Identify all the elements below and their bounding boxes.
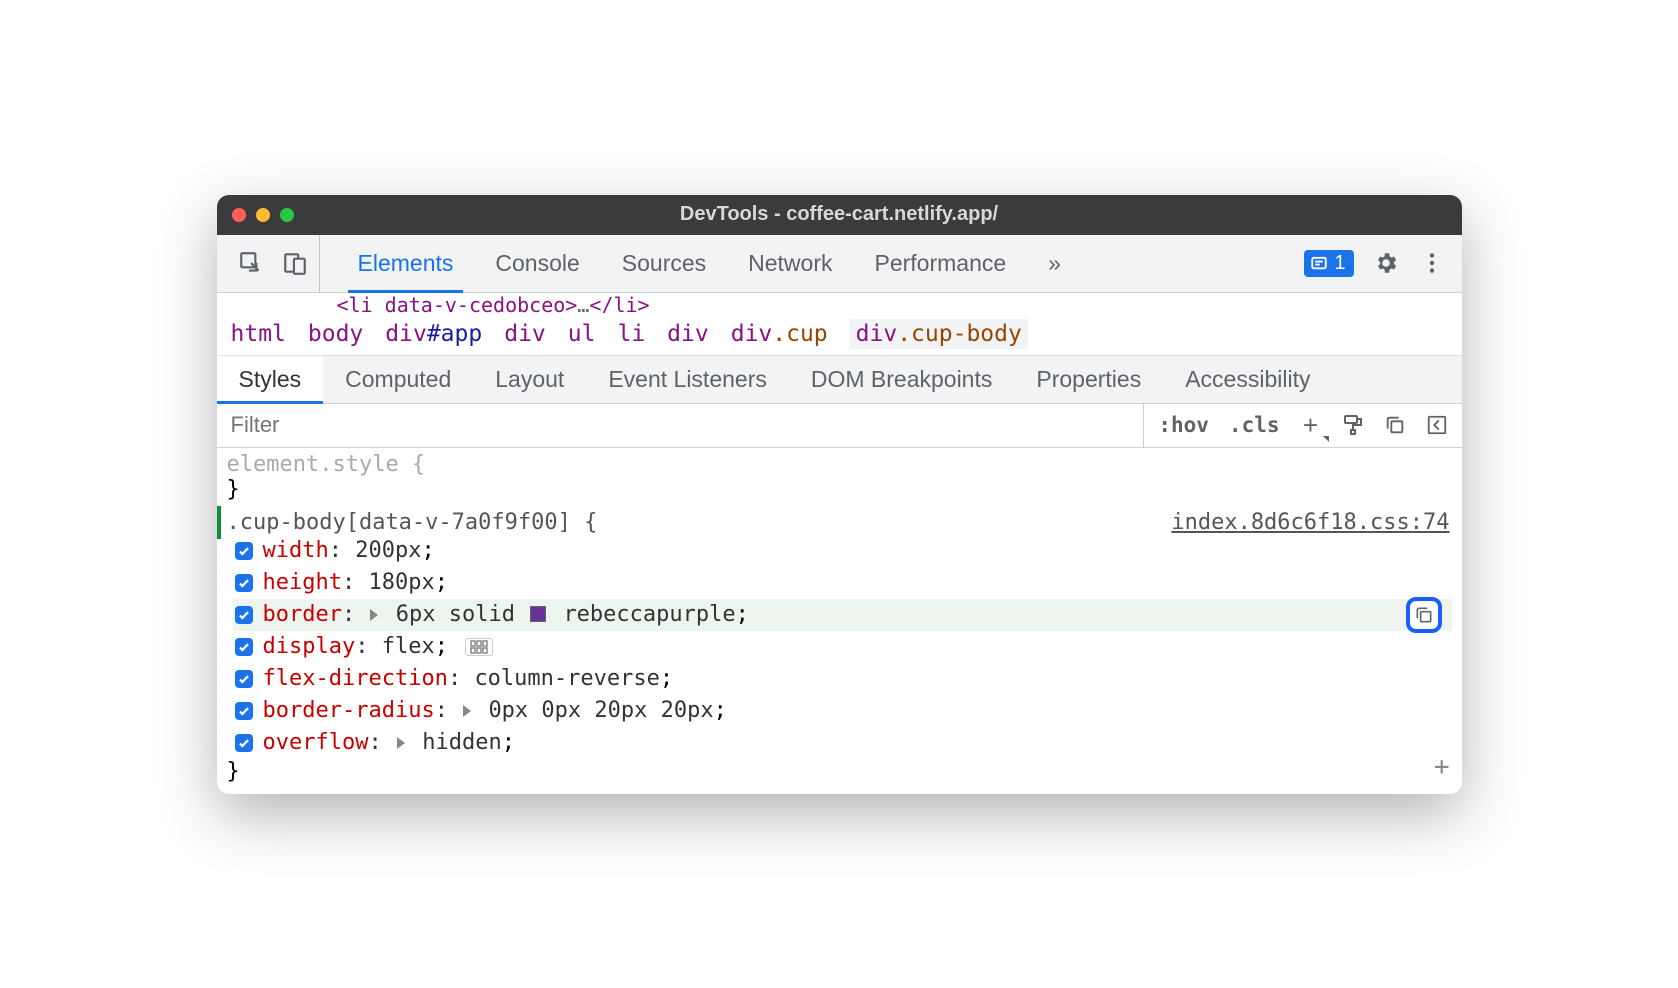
inspect-element-icon[interactable] xyxy=(237,249,265,277)
copy-declaration-icon[interactable] xyxy=(1406,597,1442,633)
subtab-accessibility[interactable]: Accessibility xyxy=(1163,356,1332,403)
checkbox-icon[interactable] xyxy=(235,702,253,720)
color-swatch-icon[interactable] xyxy=(530,606,546,622)
checkbox-icon[interactable] xyxy=(235,574,253,592)
crumb-div-cup[interactable]: div.cup xyxy=(731,321,828,347)
styles-pane: element.style { } .cup-body[data-v-7a0f9… xyxy=(217,448,1462,794)
checkbox-icon[interactable] xyxy=(235,606,253,624)
more-icon[interactable] xyxy=(1418,249,1446,277)
tab-console[interactable]: Console xyxy=(475,235,599,292)
expand-triangle-icon[interactable] xyxy=(463,705,471,717)
subtab-properties[interactable]: Properties xyxy=(1014,356,1163,403)
expand-triangle-icon[interactable] xyxy=(370,609,378,621)
subtab-styles[interactable]: Styles xyxy=(217,356,324,403)
main-tabs: Elements Console Sources Network Perform… xyxy=(320,235,1305,292)
crumb-div[interactable]: div xyxy=(504,321,546,347)
decl-display[interactable]: display: flex; xyxy=(233,631,1452,663)
decl-flex-direction[interactable]: flex-direction: column-reverse; xyxy=(233,663,1452,695)
new-style-rule-icon[interactable]: + xyxy=(1296,410,1326,440)
tabs-overflow[interactable]: » xyxy=(1028,235,1081,292)
tab-performance[interactable]: Performance xyxy=(855,235,1027,292)
crumb-ul[interactable]: ul xyxy=(568,321,596,347)
decl-height[interactable]: height: 180px; xyxy=(233,567,1452,599)
styles-paint-icon[interactable] xyxy=(1338,410,1368,440)
toolbar-right: 1 xyxy=(1304,249,1451,277)
crumb-div-cup-body[interactable]: div.cup-body xyxy=(850,319,1028,349)
issues-badge[interactable]: 1 xyxy=(1304,250,1353,277)
crumb-li[interactable]: li xyxy=(617,321,645,347)
subtab-event-listeners[interactable]: Event Listeners xyxy=(586,356,789,403)
crumb-div-app[interactable]: div#app xyxy=(385,321,482,347)
checkbox-icon[interactable] xyxy=(235,734,253,752)
add-declaration-icon[interactable]: + xyxy=(1434,752,1450,782)
window-title: DevTools - coffee-cart.netlify.app/ xyxy=(217,203,1462,226)
dom-source-peek: <li data-v-cedobceo>…</li> xyxy=(217,293,1462,313)
source-link[interactable]: index.8d6c6f18.css:74 xyxy=(1171,510,1449,535)
rule-cup-body[interactable]: .cup-body[data-v-7a0f9f00] { index.8d6c6… xyxy=(217,506,1462,788)
toggle-hov[interactable]: :hov xyxy=(1154,413,1213,437)
decl-border-radius[interactable]: border-radius: 0px 0px 20px 20px; xyxy=(233,695,1452,727)
declarations: width: 200px; height: 180px; border: 6px… xyxy=(227,535,1452,759)
checkbox-icon[interactable] xyxy=(235,670,253,688)
tab-elements[interactable]: Elements xyxy=(338,235,474,292)
rule-close: } xyxy=(227,477,1452,502)
main-toolbar: Elements Console Sources Network Perform… xyxy=(217,235,1462,293)
toggle-cls[interactable]: .cls xyxy=(1225,413,1284,437)
flex-editor-icon[interactable] xyxy=(465,638,493,656)
issues-count: 1 xyxy=(1334,252,1345,275)
titlebar: DevTools - coffee-cart.netlify.app/ xyxy=(217,195,1462,235)
subtab-computed[interactable]: Computed xyxy=(323,356,473,403)
selector-element-style: element.style { xyxy=(227,452,1452,477)
maximize-window-icon[interactable] xyxy=(280,208,294,222)
tab-network[interactable]: Network xyxy=(728,235,852,292)
crumb-html[interactable]: html xyxy=(231,321,286,347)
checkbox-icon[interactable] xyxy=(235,542,253,560)
tab-sources[interactable]: Sources xyxy=(602,235,726,292)
crumb-body[interactable]: body xyxy=(308,321,363,347)
subtab-dom-breakpoints[interactable]: DOM Breakpoints xyxy=(789,356,1015,403)
settings-icon[interactable] xyxy=(1372,249,1400,277)
decl-overflow[interactable]: overflow: hidden; xyxy=(233,727,1452,759)
expand-triangle-icon[interactable] xyxy=(397,737,405,749)
toggle-rendering-icon[interactable] xyxy=(1422,410,1452,440)
rule-close: } xyxy=(227,759,1452,784)
crumb-div-2[interactable]: div xyxy=(667,321,709,347)
decl-width[interactable]: width: 200px; xyxy=(233,535,1452,567)
rule-element-style[interactable]: element.style { } xyxy=(217,448,1462,506)
decl-border[interactable]: border: 6px solid rebeccapurple; xyxy=(233,599,1452,631)
devtools-window: DevTools - coffee-cart.netlify.app/ Elem… xyxy=(217,195,1462,794)
styles-filterbar: :hov .cls + xyxy=(217,404,1462,448)
toolbar-left-icons xyxy=(227,235,320,292)
styles-filter-tools: :hov .cls + xyxy=(1143,404,1461,447)
breadcrumb: html body div#app div ul li div div.cup … xyxy=(217,313,1462,356)
styles-filter-input[interactable] xyxy=(217,404,1144,447)
close-window-icon[interactable] xyxy=(232,208,246,222)
checkbox-icon[interactable] xyxy=(235,638,253,656)
minimize-window-icon[interactable] xyxy=(256,208,270,222)
elements-subtabs: Styles Computed Layout Event Listeners D… xyxy=(217,356,1462,404)
copy-styles-icon[interactable] xyxy=(1380,410,1410,440)
subtab-layout[interactable]: Layout xyxy=(473,356,586,403)
device-toolbar-icon[interactable] xyxy=(281,249,309,277)
window-controls xyxy=(217,208,294,222)
